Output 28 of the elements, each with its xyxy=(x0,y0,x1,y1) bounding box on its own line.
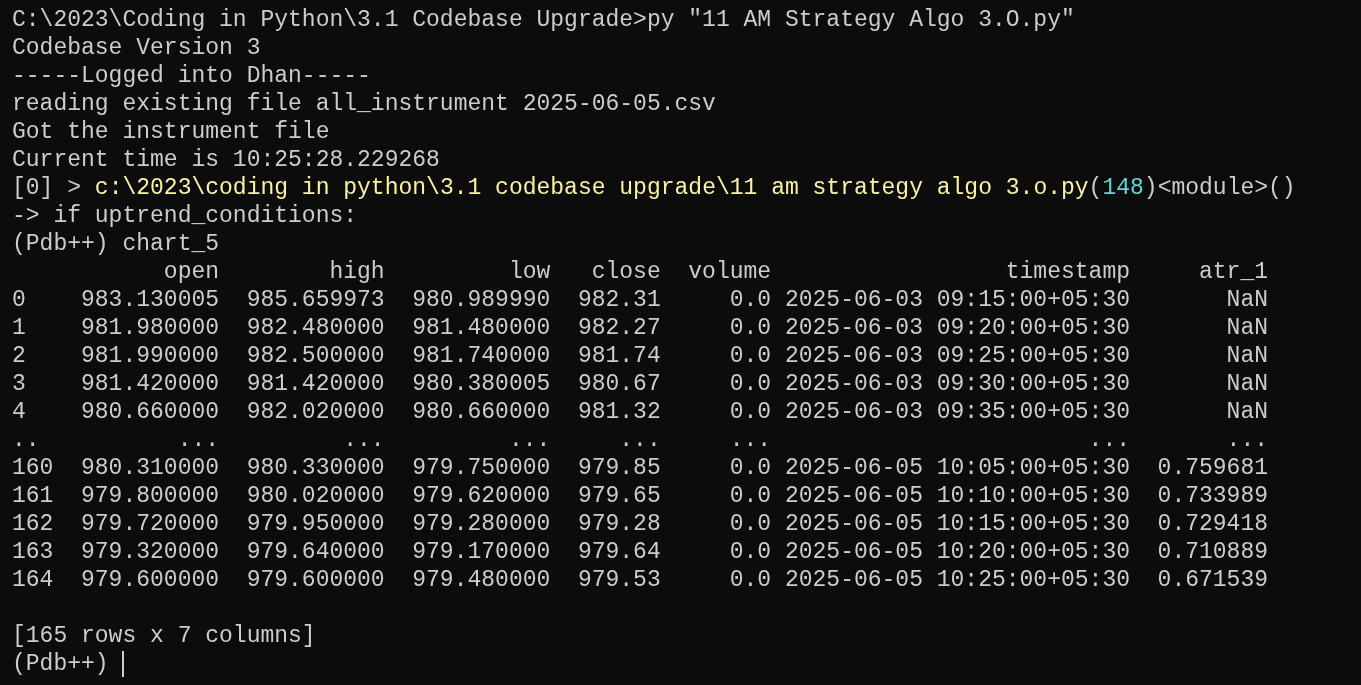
terminal-line: reading existing file all_instrument 2025-06-05.csv xyxy=(12,90,716,118)
terminal-line: 164 979.600000 979.600000 979.480000 979.53 0.0 2025-06-05 10:25:00+05:30 0.671539 xyxy=(12,566,1268,594)
text-cursor xyxy=(122,651,125,677)
terminal-prompt: (Pdb++) xyxy=(12,650,110,678)
terminal-text: ( xyxy=(1088,174,1103,202)
terminal-text: )<module>() xyxy=(1143,174,1296,202)
terminal-line: .. ... ... ... ... ... ... ... xyxy=(12,426,1268,454)
terminal-line: (Pdb++) chart_5 xyxy=(12,230,220,258)
terminal-line: C:\2023\Coding in Python\3.1 Codebase Upgrade>py "11 AM Strategy Algo 3.O.py" xyxy=(12,6,1075,34)
terminal-text: [0] > xyxy=(12,174,82,202)
terminal-line: Current time is 10:25:28.229268 xyxy=(12,146,440,174)
row-count-summary: [165 rows x 7 columns] xyxy=(12,622,316,650)
terminal-line: 160 980.310000 980.330000 979.750000 979.85 0.0 2025-06-05 10:05:00+05:30 0.759681 xyxy=(12,454,1268,482)
terminal-line: Got the instrument file xyxy=(12,118,330,146)
terminal-line: 4 980.660000 982.020000 980.660000 981.32 0.0 2025-06-03 09:35:00+05:30 NaN xyxy=(12,398,1268,426)
terminal-line: -----Logged into Dhan----- xyxy=(12,62,371,90)
line-number: 148 xyxy=(1102,174,1144,202)
terminal-line: 1 981.980000 982.480000 981.480000 982.27 0.0 2025-06-03 09:20:00+05:30 NaN xyxy=(12,314,1268,342)
terminal-line: 3 981.420000 981.420000 980.380005 980.67 0.0 2025-06-03 09:30:00+05:30 NaN xyxy=(12,370,1268,398)
terminal-line: 162 979.720000 979.950000 979.280000 979.28 0.0 2025-06-05 10:15:00+05:30 0.729418 xyxy=(12,510,1268,538)
file-path: c:\2023\coding in python\3.1 codebase upgrade\11 am strategy algo 3.o.py xyxy=(94,174,1089,202)
terminal-line: 2 981.990000 982.500000 981.740000 981.74 0.0 2025-06-03 09:25:00+05:30 NaN xyxy=(12,342,1268,370)
terminal-line: 161 979.800000 980.020000 979.620000 979.65 0.0 2025-06-05 10:10:00+05:30 0.733989 xyxy=(12,482,1268,510)
terminal-line: 0 983.130005 985.659973 980.989990 982.31 0.0 2025-06-03 09:15:00+05:30 NaN xyxy=(12,286,1268,314)
terminal-line: -> if uptrend_conditions: xyxy=(12,202,358,230)
terminal-line: 163 979.320000 979.640000 979.170000 979.64 0.0 2025-06-05 10:20:00+05:30 0.710889 xyxy=(12,538,1268,566)
terminal-line: open high low close volume timestamp atr_1 xyxy=(162,258,1268,286)
terminal-line: Codebase Version 3 xyxy=(12,34,261,62)
